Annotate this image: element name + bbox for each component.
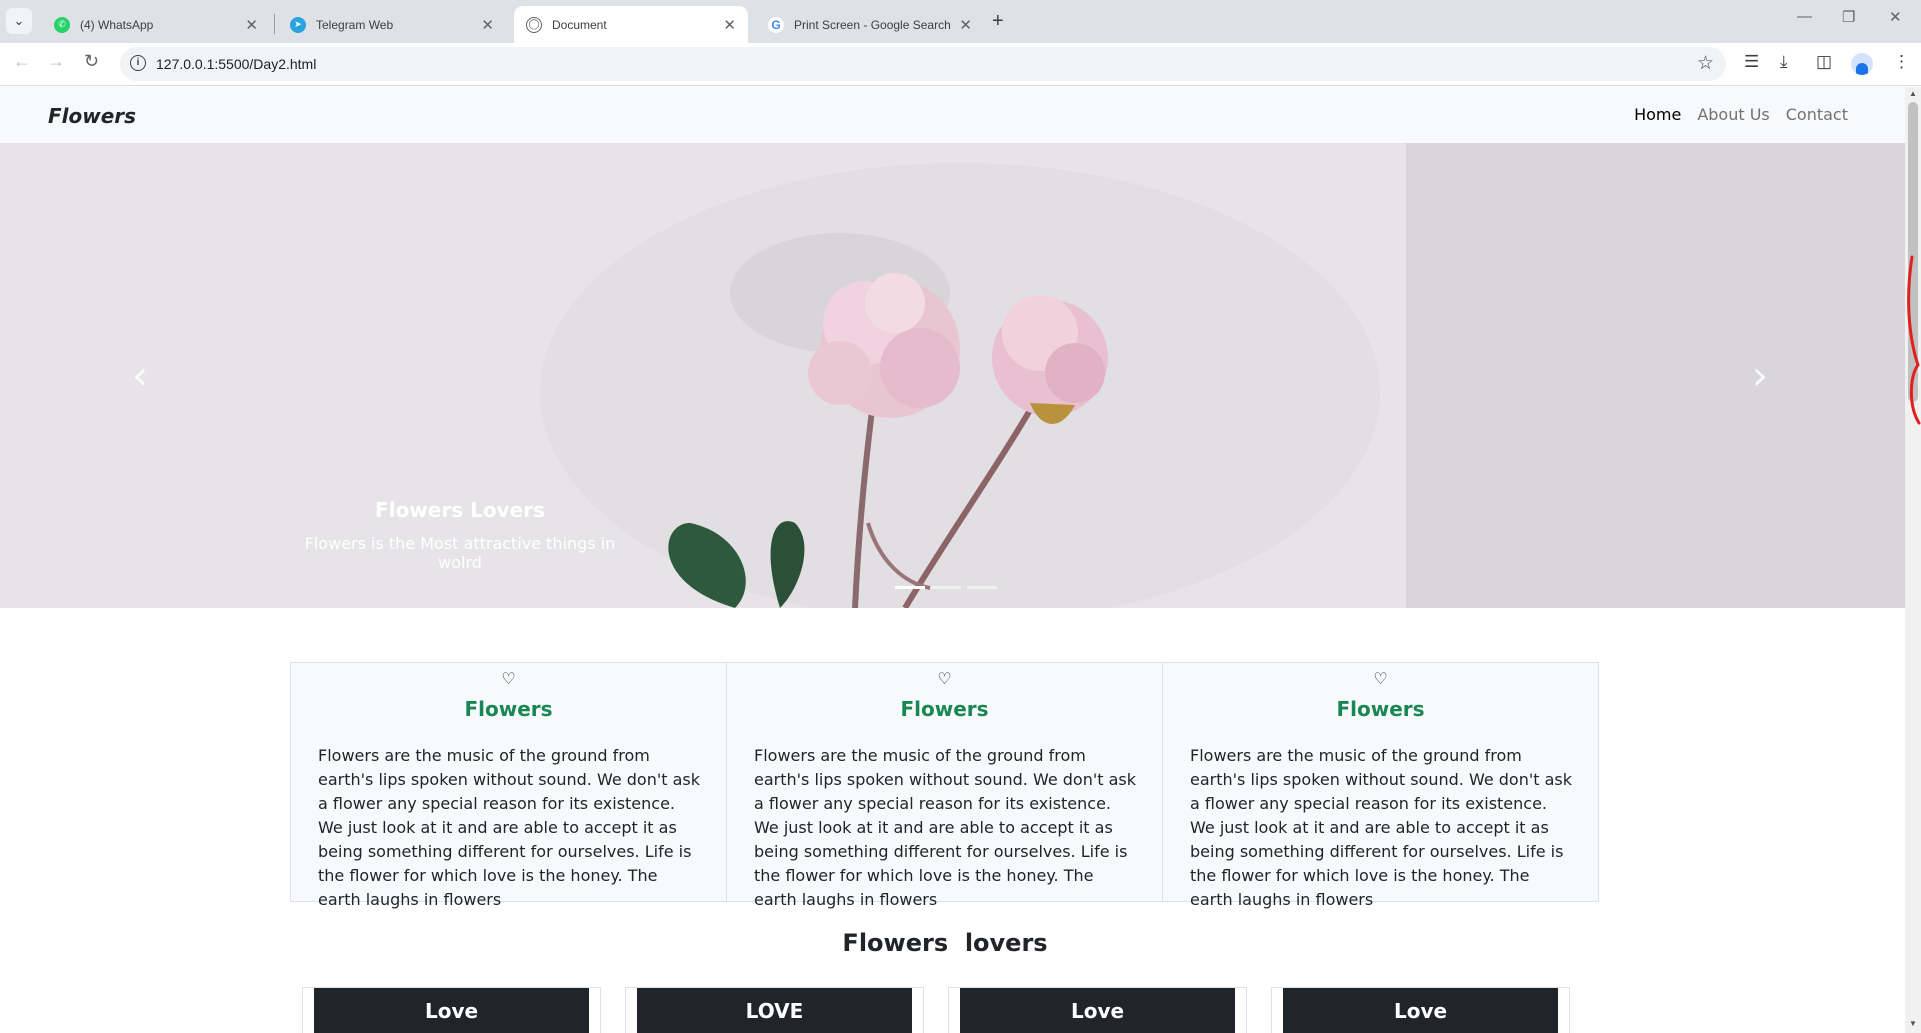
love-card: Love	[302, 987, 601, 1033]
hero-carousel: ‹ › Flowers Lovers Flowers is the Most a…	[0, 143, 1905, 608]
tab-title: Telegram Web	[316, 17, 394, 32]
carousel-caption: Flowers Lovers Flowers is the Most attra…	[302, 498, 618, 572]
tab-document[interactable]: ◯ Document ✕	[514, 6, 748, 43]
card-text: Flowers are the music of the ground from…	[318, 746, 701, 909]
tab-whatsapp[interactable]: ✆ (4) WhatsApp ✕	[42, 6, 270, 43]
close-icon[interactable]: ✕	[245, 16, 258, 34]
carousel-indicator-1[interactable]	[895, 586, 925, 589]
love-cards-row: Love LOVE Love Love	[302, 987, 1570, 1033]
back-icon[interactable]: ←	[13, 51, 31, 72]
feature-card: ♡ Flowers Flowers are the music of the g…	[1162, 662, 1599, 909]
google-icon: G	[768, 16, 784, 33]
close-window-icon[interactable]: ✕	[1889, 8, 1902, 26]
media-control-icon[interactable]: ☰	[1744, 52, 1759, 72]
card-text: Flowers are the music of the ground from…	[754, 746, 1137, 909]
card-title: Flowers	[464, 697, 553, 721]
forward-icon[interactable]: →	[47, 51, 65, 72]
carousel-indicator-2[interactable]	[931, 586, 961, 589]
reload-icon[interactable]: ↻	[84, 51, 99, 72]
heart-icon: ♡	[501, 671, 516, 688]
site-info-icon[interactable]: i	[130, 55, 146, 71]
tab-google-search[interactable]: G Print Screen - Google Search ✕	[756, 6, 984, 43]
tab-telegram[interactable]: ➤ Telegram Web ✕	[278, 6, 506, 43]
close-icon[interactable]: ✕	[723, 16, 736, 34]
tab-title: Print Screen - Google Search	[794, 17, 951, 32]
carousel-prev-icon[interactable]: ‹	[132, 353, 148, 399]
side-panel-icon[interactable]: ◫	[1816, 52, 1832, 72]
brand-logo[interactable]: Flowers	[48, 104, 136, 128]
nav-links: Home About Us Contact	[1634, 105, 1848, 124]
browser-toolbar: ← → ↻ i 127.0.0.1:5500/Day2.html ☆ ☰ ⤓ ◫…	[0, 43, 1921, 86]
carousel-indicator-3[interactable]	[967, 586, 997, 589]
love-card-header: Love	[960, 988, 1235, 1033]
minimize-icon[interactable]: —	[1797, 8, 1812, 25]
restore-icon[interactable]: ❐	[1842, 8, 1855, 26]
site-navbar: Flowers Home About Us Contact	[0, 87, 1905, 143]
love-card-header: Love	[1283, 988, 1558, 1033]
scroll-down-icon[interactable]: ▼	[1909, 1019, 1917, 1028]
telegram-icon: ➤	[290, 16, 306, 33]
nav-link-home[interactable]: Home	[1634, 105, 1681, 124]
nav-link-about-us[interactable]: About Us	[1697, 105, 1769, 124]
bookmark-star-icon[interactable]: ☆	[1697, 52, 1714, 75]
whatsapp-icon: ✆	[54, 16, 70, 33]
heart-icon: ♡	[937, 671, 952, 688]
love-card-header: LOVE	[637, 988, 912, 1033]
carousel-next-icon[interactable]: ›	[1752, 353, 1768, 399]
tab-title: (4) WhatsApp	[80, 17, 154, 32]
love-card: Love	[948, 987, 1247, 1033]
red-pen-annotation	[1907, 255, 1921, 425]
caption-title: Flowers Lovers	[375, 498, 545, 522]
love-card: Love	[1271, 987, 1570, 1033]
scroll-up-icon[interactable]: ▲	[1909, 89, 1917, 98]
feature-card: ♡ Flowers Flowers are the music of the g…	[290, 662, 727, 909]
url-text[interactable]: 127.0.0.1:5500/Day2.html	[156, 56, 316, 72]
card-title: Flowers	[900, 697, 989, 721]
caption-text: Flowers is the Most attractive things in…	[304, 534, 616, 572]
feature-card: ♡ Flowers Flowers are the music of the g…	[726, 662, 1163, 909]
browser-tab-strip: ⌄ ✆ (4) WhatsApp ✕ ➤ Telegram Web ✕ ◯ Do…	[0, 0, 1921, 43]
flower-image	[0, 143, 1406, 608]
more-menu-icon[interactable]: ⋮	[1893, 52, 1910, 72]
love-card-header: Love	[314, 988, 589, 1033]
globe-icon: ◯	[526, 16, 542, 33]
tab-search-chevron-icon[interactable]: ⌄	[6, 8, 32, 34]
close-icon[interactable]: ✕	[959, 16, 972, 34]
page-scrollbar[interactable]: ▲ ▼	[1905, 87, 1921, 1033]
new-tab-icon[interactable]: +	[992, 10, 1004, 33]
carousel-indicators	[895, 586, 997, 589]
section-title: Flowers lovers	[842, 929, 1048, 957]
download-icon[interactable]: ⤓	[1780, 52, 1788, 72]
page-viewport: Flowers Home About Us Contact ‹ › Flower…	[0, 87, 1905, 1033]
close-icon[interactable]: ✕	[481, 16, 494, 34]
address-bar[interactable]: i 127.0.0.1:5500/Day2.html ☆	[120, 47, 1726, 81]
tab-title: Document	[552, 17, 607, 32]
card-text: Flowers are the music of the ground from…	[1190, 746, 1573, 909]
card-title: Flowers	[1336, 697, 1425, 721]
feature-cards: ♡ Flowers Flowers are the music of the g…	[290, 662, 1599, 909]
next-slide-preview	[1406, 143, 1905, 608]
tab-divider	[274, 14, 275, 34]
love-card: LOVE	[625, 987, 924, 1033]
heart-icon: ♡	[1373, 671, 1388, 688]
profile-avatar-icon[interactable]	[1851, 53, 1873, 75]
nav-link-contact[interactable]: Contact	[1786, 105, 1848, 124]
